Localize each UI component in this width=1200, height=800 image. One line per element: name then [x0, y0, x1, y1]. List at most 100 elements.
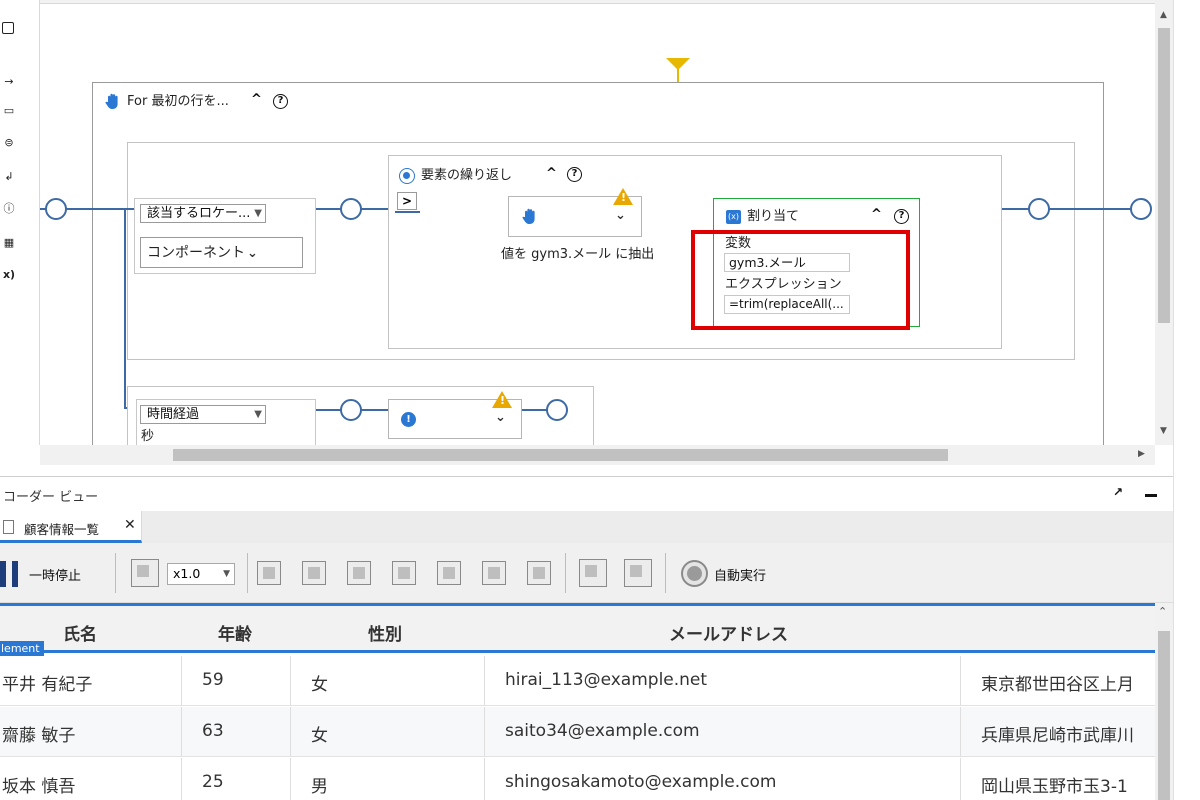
variable-icon[interactable]: x): [2, 268, 16, 282]
record-icon[interactable]: [681, 560, 708, 587]
header-email[interactable]: メールアドレス: [669, 620, 788, 645]
move-bottom-right-icon[interactable]: [392, 561, 416, 585]
cell-address: 兵庫県尼崎市武庫川: [981, 726, 1134, 746]
component-selector[interactable]: コンポーネント ⌄: [140, 237, 303, 268]
move-up-icon[interactable]: [437, 561, 461, 585]
column-divider: [484, 758, 485, 800]
panel-title: コーダー ビュー: [3, 490, 99, 505]
branch-wire: [124, 208, 126, 408]
window-icon[interactable]: [2, 22, 14, 34]
scroll-up-icon[interactable]: ⌃: [1158, 605, 1167, 618]
collapse-assign-icon[interactable]: ^: [871, 207, 882, 222]
scroll-thumb[interactable]: [1158, 28, 1170, 323]
canvas-horizontal-scrollbar[interactable]: ▶: [40, 445, 1155, 465]
customer-table: 氏名 年齢 性別 メールアドレス lement 平井 有紀子 59 女 hira…: [0, 603, 1155, 800]
move-down-right-icon[interactable]: [347, 561, 371, 585]
auto-run-label[interactable]: 自動実行: [714, 565, 766, 584]
time-dropdown-value: 時間経過: [147, 407, 200, 422]
workflow-canvas[interactable]: → ▭ ⊜ ↲ ⓘ ▦ x) For 最初の行を... ^ ? 該当するロケー.…: [0, 0, 1155, 445]
toolbar-separator: [565, 553, 566, 593]
scroll-thumb[interactable]: [173, 449, 948, 461]
dropdown-triangle-icon: ▼: [254, 208, 262, 219]
move-down-icon[interactable]: [482, 561, 506, 585]
column-divider: [290, 758, 291, 800]
page-icon[interactable]: [527, 561, 551, 585]
speed-select[interactable]: x1.0 ▼: [167, 563, 235, 585]
table-row[interactable]: 齋藤 敏子 63 女 saito34@example.com 兵庫県尼崎市武庫川: [0, 707, 1155, 757]
window-import-icon[interactable]: [624, 559, 652, 587]
component-label: コンポーネント: [147, 245, 245, 261]
header-name[interactable]: 氏名: [63, 620, 97, 645]
chevron-down-icon[interactable]: ⌄: [495, 410, 506, 425]
cell-email: hirai_113@example.net: [505, 670, 708, 690]
tab-customer-list[interactable]: 顧客情報一覧 ✕: [0, 511, 142, 543]
column-divider: [960, 656, 961, 706]
scroll-up-icon[interactable]: ▲: [1160, 10, 1167, 20]
pause-bar-icon[interactable]: [0, 561, 6, 587]
minimize-icon[interactable]: [1145, 494, 1157, 497]
collapse-for-icon[interactable]: ^: [251, 92, 262, 107]
table-row[interactable]: 坂本 慎吾 25 男 shingosakamoto@example.com 岡山…: [0, 758, 1155, 800]
column-divider: [290, 656, 291, 706]
column-divider: [290, 707, 291, 757]
expand-button[interactable]: >: [397, 192, 417, 210]
table-header: 氏名 年齢 性別 メールアドレス: [0, 606, 1155, 653]
canvas-vertical-scrollbar[interactable]: ▲ ▼: [1155, 0, 1173, 445]
tab-strip: [0, 511, 1173, 543]
info-icon[interactable]: ⓘ: [2, 202, 16, 216]
dropdown-triangle-icon: ▼: [254, 409, 262, 420]
chevron-down-icon[interactable]: ⌄: [615, 208, 626, 223]
connector-node[interactable]: [340, 399, 362, 421]
help-icon[interactable]: ?: [894, 209, 909, 224]
pause-label[interactable]: 一時停止: [29, 565, 81, 584]
help-icon[interactable]: ?: [567, 167, 582, 182]
close-icon[interactable]: ✕: [124, 517, 136, 533]
column-divider: [181, 707, 182, 757]
database-icon[interactable]: ⊜: [2, 136, 16, 150]
refresh-icon: [399, 168, 415, 184]
connector-node[interactable]: [1130, 198, 1152, 220]
scroll-thumb[interactable]: [1158, 631, 1170, 800]
toolbar-separator: [115, 553, 116, 593]
tab-label: 顧客情報一覧: [24, 522, 100, 537]
connector-node[interactable]: [45, 198, 67, 220]
collapse-repeat-icon[interactable]: ^: [546, 166, 557, 181]
dropdown-triangle-icon: ▼: [223, 569, 230, 579]
header-age[interactable]: 年齢: [218, 620, 252, 645]
pause-bar-icon[interactable]: [12, 561, 18, 587]
connector-node[interactable]: [340, 198, 362, 220]
grid-icon[interactable]: ▦: [2, 236, 16, 250]
column-divider: [484, 707, 485, 757]
header-gender[interactable]: 性別: [368, 620, 402, 645]
table-vertical-scrollbar[interactable]: ⌃: [1155, 603, 1173, 800]
return-arrow-icon[interactable]: ↲: [2, 170, 16, 184]
cell-name: 平井 有紀子: [2, 675, 93, 695]
table-row[interactable]: 平井 有紀子 59 女 hirai_113@example.net 東京都世田谷…: [0, 656, 1155, 706]
scroll-down-icon[interactable]: ▼: [1160, 426, 1167, 436]
arrow-right-icon[interactable]: →: [2, 75, 16, 89]
help-icon[interactable]: ?: [273, 94, 288, 109]
yellow-marker-icon[interactable]: [666, 58, 690, 70]
step-back-icon[interactable]: [131, 559, 159, 587]
column-divider: [181, 656, 182, 706]
connector-node[interactable]: [546, 399, 568, 421]
expand-wire: [395, 211, 420, 213]
column-divider: [484, 656, 485, 706]
cell-address: 東京都世田谷区上月: [981, 675, 1134, 695]
popout-icon[interactable]: ↗: [1113, 485, 1123, 499]
scroll-right-icon[interactable]: ▶: [1138, 449, 1145, 459]
connector-node[interactable]: [1028, 198, 1050, 220]
monitor-icon[interactable]: ▭: [2, 104, 16, 118]
move-top-left-icon[interactable]: [257, 561, 281, 585]
cell-age: 63: [202, 721, 224, 741]
window-export-icon[interactable]: [579, 559, 607, 587]
variable-icon: (x): [726, 210, 741, 224]
move-up-left-icon[interactable]: [302, 561, 326, 585]
locator-dropdown[interactable]: 該当するロケー... ▼: [140, 204, 266, 223]
cell-email: shingosakamoto@example.com: [505, 772, 777, 792]
panel-header: コーダー ビュー ↗: [0, 477, 1173, 509]
left-toolbox: → ▭ ⊜ ↲ ⓘ ▦ x): [0, 0, 40, 445]
cell-gender: 男: [311, 777, 328, 797]
warning-icon: !: [492, 391, 512, 408]
time-dropdown[interactable]: 時間経過 ▼: [140, 405, 266, 424]
